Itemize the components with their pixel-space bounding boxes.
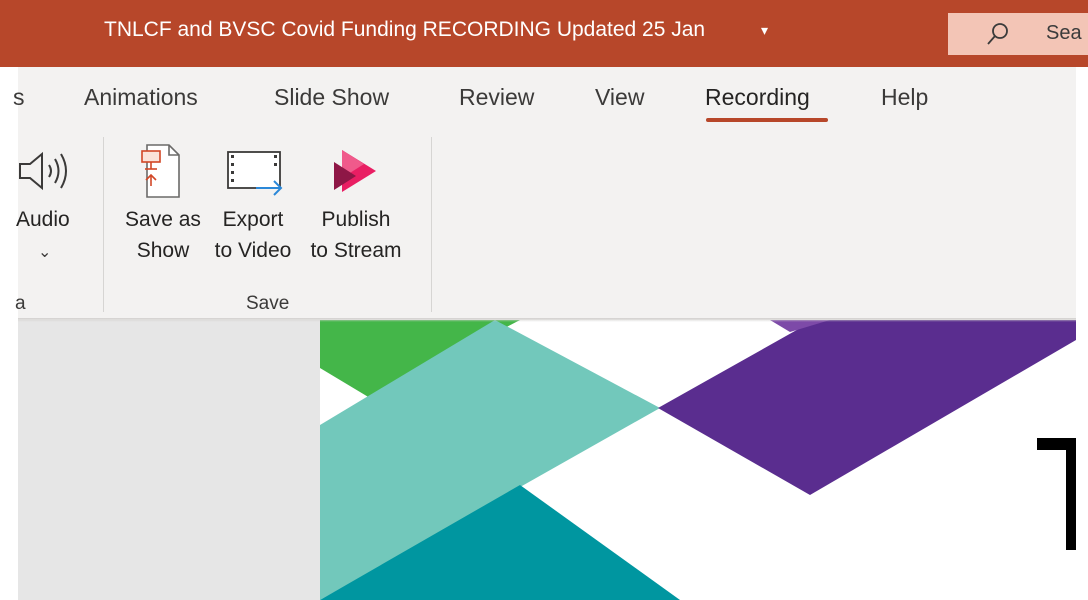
save-as-show-button[interactable]: Save as Show [118, 142, 208, 266]
export-to-video-label-2: to Video [214, 239, 292, 262]
media-group-label: a [15, 293, 26, 314]
save-as-show-icon [141, 144, 180, 198]
export-to-video-button[interactable]: Export to Video [208, 142, 298, 266]
active-tab-indicator [706, 118, 828, 122]
audio-chevron-icon[interactable]: ⌄ [38, 242, 51, 262]
save-as-show-label-2: Show [136, 239, 190, 262]
ribbon-tabs: s Animations Slide Show Review View Reco… [13, 67, 1076, 129]
publish-to-stream-label-2: to Stream [310, 239, 402, 262]
export-to-video-label-1: Export [222, 208, 284, 231]
publish-to-stream-label-1: Publish [321, 208, 391, 231]
publish-to-stream-button[interactable]: Publish to Stream [306, 142, 406, 266]
slide-graphic [320, 320, 1076, 600]
group-separator [431, 137, 432, 312]
document-title[interactable]: TNLCF and BVSC Covid Funding RECORDING U… [104, 18, 705, 42]
title-bar: TNLCF and BVSC Covid Funding RECORDING U… [0, 0, 1088, 67]
search-placeholder: Sea [1046, 22, 1082, 44]
ribbon-shadow [18, 318, 1076, 322]
tab-transitions-partial[interactable]: s [13, 84, 25, 111]
search-box[interactable]: Sea [948, 13, 1088, 55]
group-separator [103, 137, 104, 312]
right-margin [1076, 67, 1088, 600]
tab-slide-show[interactable]: Slide Show [274, 84, 389, 111]
ribbon: s Animations Slide Show Review View Reco… [13, 67, 1076, 320]
stream-icon [334, 150, 376, 192]
tab-help[interactable]: Help [881, 84, 928, 111]
save-group-label: Save [246, 293, 290, 314]
title-dropdown-icon[interactable]: ▾ [761, 22, 768, 39]
export-video-icon [227, 151, 283, 196]
speaker-icon [19, 151, 67, 191]
tab-animations[interactable]: Animations [84, 84, 198, 111]
search-icon [987, 23, 1008, 45]
tab-view[interactable]: View [595, 84, 644, 111]
audio-label[interactable]: Audio [16, 208, 70, 232]
tab-review[interactable]: Review [459, 84, 534, 111]
tab-recording[interactable]: Recording [705, 84, 810, 111]
save-as-show-label-1: Save as [125, 208, 201, 231]
slide-canvas[interactable] [320, 320, 1076, 600]
